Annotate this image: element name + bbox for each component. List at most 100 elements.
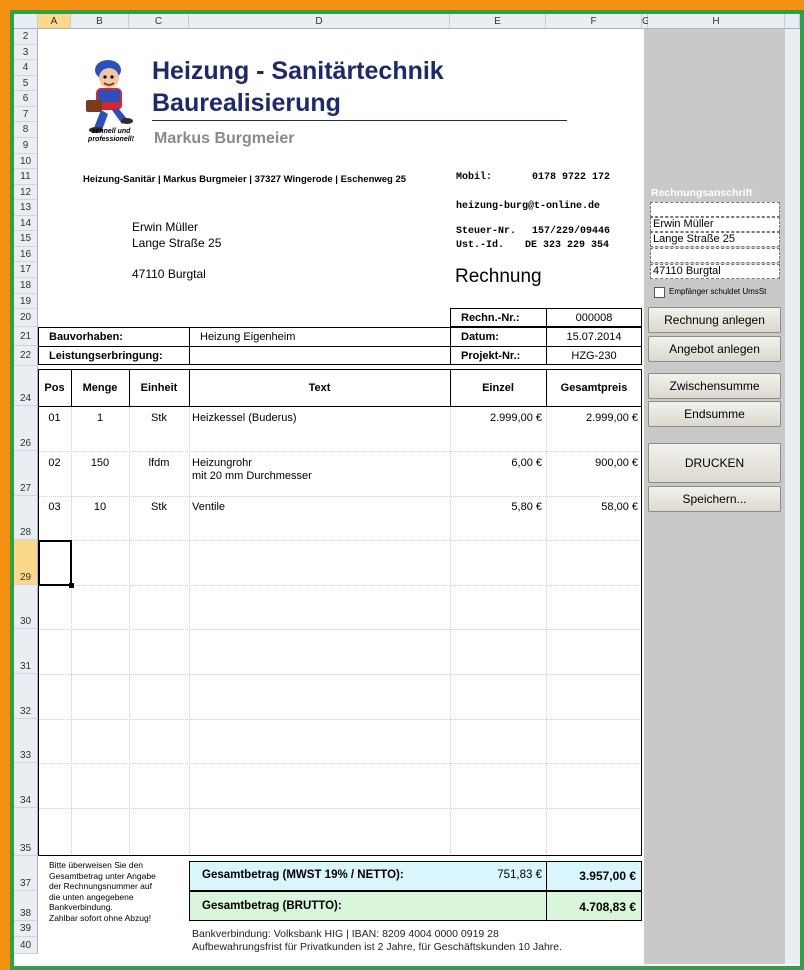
row2-einheit[interactable]: lfdm <box>129 457 189 469</box>
row-header[interactable]: 13 <box>14 200 38 216</box>
row-header[interactable]: 37 <box>14 856 38 891</box>
fill-handle[interactable] <box>69 583 74 588</box>
row-header[interactable]: 12 <box>14 185 38 200</box>
row-header[interactable]: 3 <box>14 45 38 60</box>
row-header[interactable]: 34 <box>14 763 38 808</box>
row-header[interactable]: 7 <box>14 107 38 122</box>
row2-gesamt[interactable]: 900,00 € <box>546 457 638 469</box>
endsumme-button[interactable]: Endsumme <box>648 401 781 427</box>
items-table <box>38 369 642 856</box>
row-header[interactable]: 38 <box>14 891 38 921</box>
row-header[interactable]: 27 <box>14 451 38 496</box>
row-header[interactable]: 30 <box>14 585 38 629</box>
row-header[interactable]: 19 <box>14 294 38 309</box>
row-header[interactable]: 21 <box>14 327 38 346</box>
row3-gesamt[interactable]: 58,00 € <box>546 501 638 513</box>
row-header[interactable]: 22 <box>14 346 38 366</box>
row-header[interactable]: 28 <box>14 496 38 540</box>
sidebar-city-field[interactable]: 47110 Burgtal <box>650 264 780 279</box>
row-header[interactable]: 10 <box>14 154 38 169</box>
bauvorhaben-value: Heizung Eigenheim <box>200 331 296 343</box>
sidebar-extra-field[interactable] <box>650 248 780 263</box>
row-header[interactable]: 6 <box>14 91 38 107</box>
sidebar-street-field[interactable]: Lange Straße 25 <box>650 232 780 247</box>
row2-pos[interactable]: 02 <box>38 457 71 469</box>
row-header[interactable]: 26 <box>14 406 38 451</box>
row-header[interactable]: 4 <box>14 60 38 76</box>
angebot-anlegen-button[interactable]: Angebot anlegen <box>648 336 781 362</box>
row-header[interactable]: 15 <box>14 231 38 247</box>
row1-text[interactable]: Heizkessel (Buderus) <box>192 412 297 424</box>
datum-value: 15.07.2014 <box>566 331 622 343</box>
row2-text-line2[interactable]: mit 20 mm Durchmesser <box>192 470 312 482</box>
datum-label: Datum: <box>461 331 499 343</box>
row2-einzel[interactable]: 6,00 € <box>450 457 542 469</box>
row1-pos[interactable]: 01 <box>38 412 71 424</box>
column-header-c[interactable]: C <box>129 14 189 29</box>
document-title: Rechnung <box>455 266 542 287</box>
select-all-corner[interactable] <box>14 14 38 29</box>
payment-note-line: Bankverbindung. <box>49 902 113 913</box>
row-header[interactable]: 14 <box>14 216 38 231</box>
recipient-street: Lange Straße 25 <box>132 236 222 250</box>
ust-label: Ust.-Id. <box>456 240 505 251</box>
retention-info: Aufbewahrungsfrist für Privatkunden ist … <box>192 941 563 953</box>
column-header-filler <box>785 14 800 29</box>
row-header[interactable]: 40 <box>14 937 38 954</box>
row-header[interactable]: 33 <box>14 719 38 763</box>
row1-gesamt[interactable]: 2.999,00 € <box>546 412 638 424</box>
column-header-b[interactable]: B <box>71 14 129 29</box>
row-header[interactable]: 35 <box>14 808 38 856</box>
row-header[interactable]: 11 <box>14 169 38 185</box>
row-header[interactable]: 18 <box>14 278 38 294</box>
column-header-d[interactable]: D <box>189 14 450 29</box>
row2-menge[interactable]: 150 <box>71 457 129 469</box>
row3-text[interactable]: Ventile <box>192 501 225 513</box>
row-header[interactable]: 31 <box>14 629 38 674</box>
outer-frame: A B C D E F G H 2 3 4 5 6 7 8 9 10 11 12 13 14 15 16 17… <box>0 0 804 970</box>
company-line-2: Baurealisierung <box>152 89 341 117</box>
row-header[interactable]: 24 <box>14 366 38 406</box>
row3-menge[interactable]: 10 <box>71 501 129 513</box>
row-header[interactable]: 16 <box>14 247 38 262</box>
sender-line: Heizung-Sanitär | Markus Burgmeier | 373… <box>83 174 407 185</box>
row3-einheit[interactable]: Stk <box>129 501 189 513</box>
ust-value: DE 323 229 354 <box>525 240 610 251</box>
row1-menge[interactable]: 1 <box>71 412 129 424</box>
umsatzsteuer-checkbox[interactable] <box>654 287 665 298</box>
row3-einzel[interactable]: 5,80 € <box>450 501 542 513</box>
mwst-value: 751,83 € <box>497 869 542 881</box>
company-line-1: Heizung - Sanitärtechnik <box>152 57 444 85</box>
row-header[interactable]: 29 <box>14 540 38 585</box>
row-header[interactable]: 39 <box>14 921 38 937</box>
projekt-label: Projekt-Nr.: <box>461 350 521 362</box>
row3-pos[interactable]: 03 <box>38 501 71 513</box>
row-header[interactable]: 20 <box>14 309 38 327</box>
sidebar-address-empty[interactable] <box>650 202 780 217</box>
netto-label: Gesamtbetrag (MWST 19% / NETTO): <box>202 869 404 881</box>
drucken-button[interactable]: DRUCKEN <box>648 443 781 483</box>
row-header[interactable]: 32 <box>14 674 38 719</box>
row-header[interactable]: 17 <box>14 262 38 278</box>
rechnung-anlegen-button[interactable]: Rechnung anlegen <box>648 307 781 333</box>
row1-einheit[interactable]: Stk <box>129 412 189 424</box>
zwischensumme-button[interactable]: Zwischensumme <box>648 373 781 399</box>
row-header[interactable]: 9 <box>14 138 38 154</box>
right-scroll-strip <box>785 29 800 964</box>
row-header[interactable]: 2 <box>14 29 38 45</box>
row2-text[interactable]: Heizungrohr <box>192 457 252 469</box>
row-header[interactable]: 5 <box>14 76 38 91</box>
column-header-f[interactable]: F <box>546 14 642 29</box>
payment-note: Bitte überweisen Sie den Gesamtbetrag un… <box>49 860 189 924</box>
header-text: Text <box>308 382 331 394</box>
speichern-button[interactable]: Speichern... <box>648 486 781 512</box>
column-header-a[interactable]: A <box>38 14 71 29</box>
column-header-h[interactable]: H <box>648 14 785 29</box>
netto-value: 3.957,00 € <box>579 869 636 883</box>
sidebar-name-field[interactable]: Erwin Müller <box>650 217 780 232</box>
row-header[interactable]: 8 <box>14 122 38 138</box>
header-menge: Menge <box>82 382 118 394</box>
row1-einzel[interactable]: 2.999,00 € <box>450 412 542 424</box>
active-cell[interactable] <box>38 540 72 586</box>
column-header-e[interactable]: E <box>450 14 546 29</box>
